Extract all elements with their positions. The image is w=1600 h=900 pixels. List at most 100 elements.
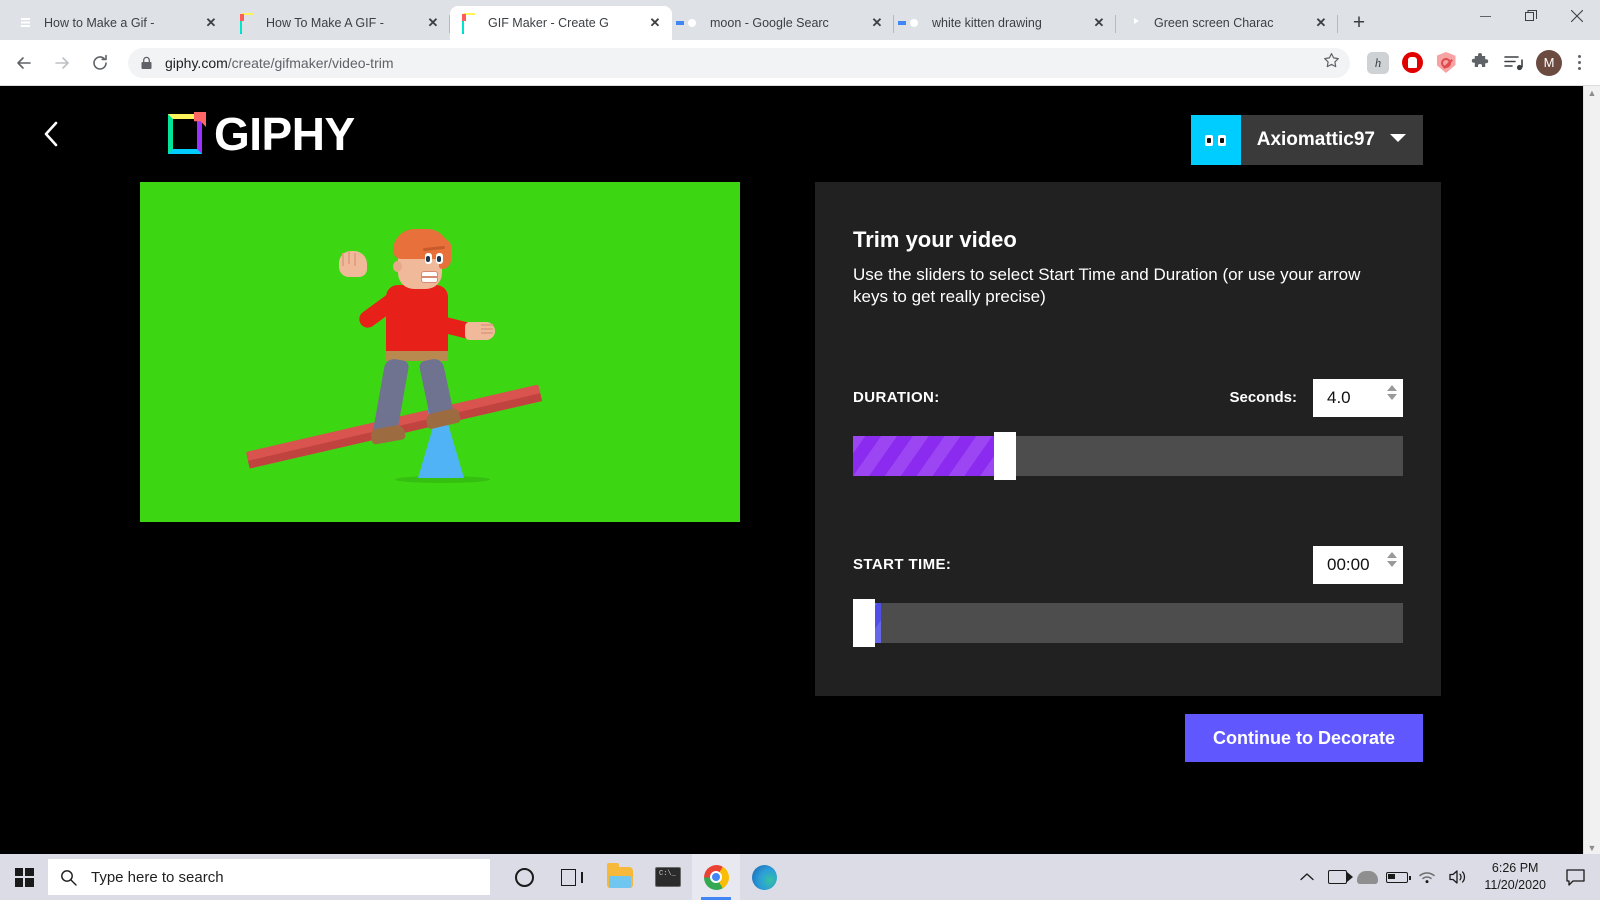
tab-close-button[interactable]: ✕: [424, 14, 442, 32]
clock-time: 6:26 PM: [1484, 860, 1546, 877]
account-name: Axiomattic97: [1241, 129, 1389, 151]
wifi-icon[interactable]: [1412, 854, 1442, 900]
duration-stepper[interactable]: [1387, 385, 1397, 400]
address-bar[interactable]: giphy.com/create/gifmaker/video-trim: [128, 48, 1350, 78]
edge-icon[interactable]: [740, 854, 788, 900]
puzzle-extension-icon[interactable]: [1466, 49, 1494, 77]
show-hidden-icons-chevron[interactable]: [1292, 854, 1322, 900]
page-viewport: GIPHY Axiomattic97: [0, 86, 1600, 856]
giphy-logo-mark-icon: [168, 114, 202, 154]
tab-title: How to Make a Gif -: [44, 16, 202, 30]
giphy-header: GIPHY Axiomattic97: [0, 86, 1583, 182]
adblock-extension-icon[interactable]: [1398, 49, 1426, 77]
taskbar-search-input[interactable]: Type here to search: [48, 859, 490, 895]
tab-title: How To Make A GIF -: [266, 16, 424, 30]
windows-logo-icon[interactable]: [0, 854, 48, 900]
window-controls: [1462, 0, 1600, 40]
page-scrollbar[interactable]: ▲ ▼: [1583, 86, 1600, 856]
scroll-up-arrow-icon[interactable]: ▲: [1588, 89, 1597, 98]
kebab-menu-icon[interactable]: [1566, 50, 1592, 76]
gifmaker-main: Trim your video Use the sliders to selec…: [0, 182, 1583, 696]
giphy-icon: [240, 15, 257, 32]
minimize-icon[interactable]: [1462, 0, 1508, 32]
honey-extension-icon[interactable]: h: [1364, 49, 1392, 77]
giphy-logo-text: GIPHY: [214, 107, 355, 161]
taskbar-search-placeholder: Type here to search: [91, 869, 224, 886]
giphy-logo[interactable]: GIPHY: [168, 107, 355, 161]
tab-title: white kitten drawing: [932, 16, 1090, 30]
browser-tab-4[interactable]: moon - Google Searc ✕: [672, 6, 894, 40]
youtube-icon: [1128, 15, 1145, 32]
chrome-icon[interactable]: [692, 854, 740, 900]
duration-seconds-input[interactable]: 4.0: [1313, 379, 1403, 417]
duration-row: DURATION: Seconds: 4.0: [853, 379, 1403, 417]
task-view-icon[interactable]: [548, 854, 596, 900]
start-time-stepper[interactable]: [1387, 552, 1397, 567]
tab-close-button[interactable]: ✕: [202, 14, 220, 32]
start-time-slider-handle[interactable]: [853, 599, 875, 647]
doc-icon: [18, 15, 35, 32]
tab-close-button[interactable]: ✕: [1312, 14, 1330, 32]
star-icon[interactable]: [1323, 52, 1340, 74]
chevron-down-icon: [1389, 131, 1407, 149]
continue-to-decorate-button[interactable]: Continue to Decorate: [1185, 714, 1423, 762]
new-tab-button[interactable]: +: [1344, 8, 1374, 38]
start-time-row: START TIME: 00:00: [853, 546, 1403, 584]
url-text: giphy.com/create/gifmaker/video-trim: [165, 55, 394, 71]
trim-panel: Trim your video Use the sliders to selec…: [815, 182, 1441, 696]
volume-icon[interactable]: [1442, 854, 1472, 900]
camera-icon[interactable]: [1322, 854, 1352, 900]
duration-seconds-value: 4.0: [1327, 388, 1351, 408]
duration-slider[interactable]: [853, 436, 1403, 476]
seconds-label: Seconds:: [1229, 389, 1297, 406]
browser-tab-1[interactable]: How to Make a Gif - ✕: [6, 6, 228, 40]
duration-slider-fill: [853, 436, 996, 476]
tab-close-button[interactable]: ✕: [868, 14, 886, 32]
onedrive-icon[interactable]: [1352, 854, 1382, 900]
scroll-down-arrow-icon[interactable]: ▼: [1588, 844, 1597, 853]
cortana-icon[interactable]: [500, 854, 548, 900]
video-preview[interactable]: [140, 182, 740, 522]
duration-slider-handle[interactable]: [994, 432, 1016, 480]
cta-row: Continue to Decorate: [0, 714, 1583, 762]
music-list-icon[interactable]: [1500, 49, 1528, 77]
shield-extension-icon[interactable]: [1432, 49, 1460, 77]
search-icon: [60, 869, 77, 886]
forward-arrow-icon[interactable]: [46, 47, 78, 79]
back-arrow-icon[interactable]: [8, 47, 40, 79]
file-explorer-icon[interactable]: [596, 854, 644, 900]
browser-tab-6[interactable]: Green screen Charac ✕: [1116, 6, 1338, 40]
clock-date: 11/20/2020: [1484, 877, 1546, 894]
tab-strip: How to Make a Gif - ✕ How To Make A GIF …: [0, 0, 1600, 40]
browser-toolbar: giphy.com/create/gifmaker/video-trim h M: [0, 40, 1600, 86]
giphy-page: GIPHY Axiomattic97: [0, 86, 1583, 856]
close-icon[interactable]: [1554, 0, 1600, 32]
system-tray: 6:26 PM 11/20/2020: [1292, 854, 1600, 900]
windows-taskbar: Type here to search 6:26 PM 11/20/2020: [0, 854, 1600, 900]
tab-close-button[interactable]: ✕: [1090, 14, 1108, 32]
tab-title: GIF Maker - Create G: [488, 16, 646, 30]
browser-tab-2[interactable]: How To Make A GIF - ✕: [228, 6, 450, 40]
reload-icon[interactable]: [84, 47, 116, 79]
action-center-icon[interactable]: [1558, 854, 1592, 900]
start-time-value: 00:00: [1327, 555, 1370, 575]
start-time-label: START TIME:: [853, 556, 1313, 573]
google-icon: [906, 15, 923, 32]
start-time-input[interactable]: 00:00: [1313, 546, 1403, 584]
green-screen-scene: [140, 182, 740, 522]
back-chevron-icon[interactable]: [32, 120, 72, 148]
giphy-icon: [462, 15, 479, 32]
tab-title: Green screen Charac: [1154, 16, 1312, 30]
google-icon: [684, 15, 701, 32]
battery-icon[interactable]: [1382, 854, 1412, 900]
command-prompt-icon[interactable]: [644, 854, 692, 900]
restore-icon[interactable]: [1508, 0, 1554, 32]
browser-tab-3-active[interactable]: GIF Maker - Create G ✕: [450, 6, 672, 40]
start-time-slider[interactable]: [853, 603, 1403, 643]
browser-tab-5[interactable]: white kitten drawing ✕: [894, 6, 1116, 40]
taskbar-clock[interactable]: 6:26 PM 11/20/2020: [1472, 860, 1558, 894]
profile-avatar[interactable]: M: [1536, 50, 1562, 76]
tab-close-button[interactable]: ✕: [646, 14, 664, 32]
account-menu[interactable]: Axiomattic97: [1191, 115, 1423, 165]
panel-description: Use the sliders to select Start Time and…: [853, 264, 1398, 309]
